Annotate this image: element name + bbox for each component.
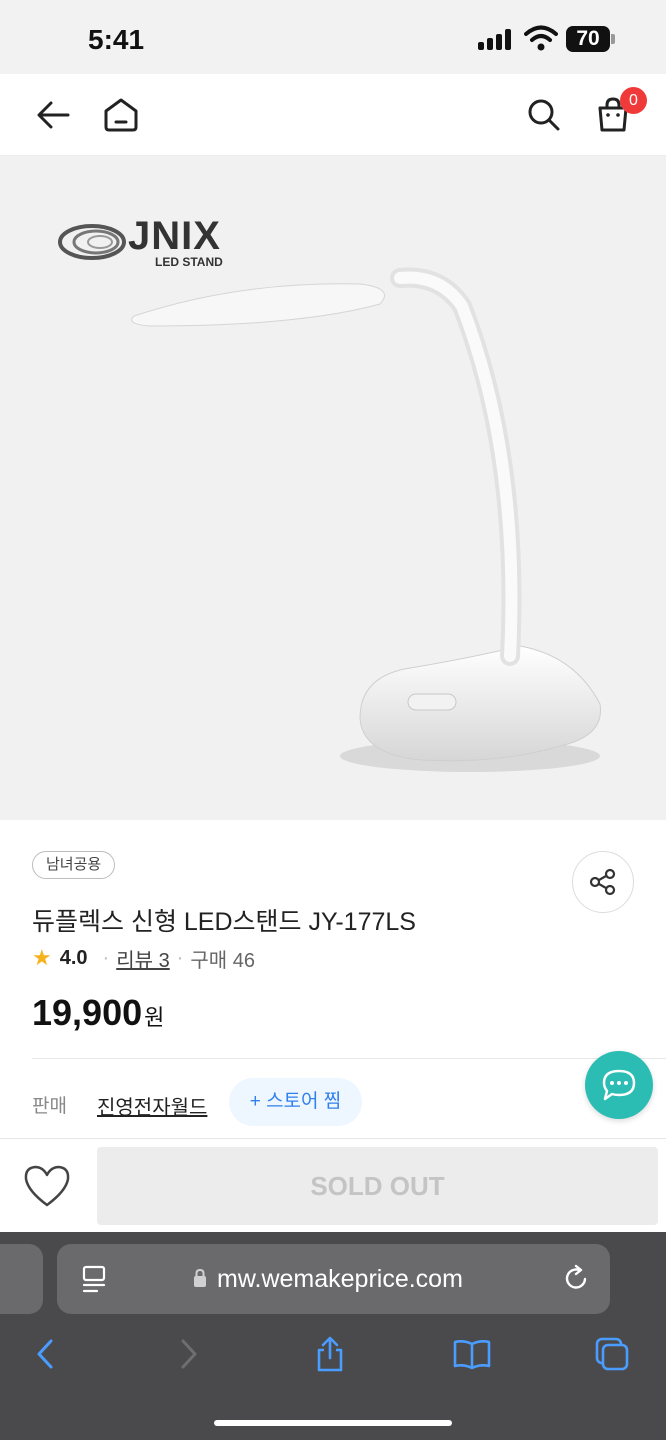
price: 19,900원 — [32, 992, 164, 1034]
divider — [32, 1058, 666, 1059]
separator-dot: · — [176, 946, 184, 969]
previous-tab-peek[interactable] — [0, 1244, 43, 1314]
status-bar: 5:41 70 — [0, 0, 666, 74]
chevron-left-icon — [37, 1339, 53, 1369]
price-value: 19,900 — [32, 992, 143, 1033]
search-button[interactable] — [521, 92, 567, 138]
chat-button[interactable] — [585, 1051, 653, 1119]
share-button[interactable] — [572, 851, 634, 913]
browser-bookmarks-button[interactable] — [450, 1332, 494, 1376]
url-text: mw.wemakeprice.com — [217, 1265, 463, 1293]
chat-bubble-icon — [602, 1069, 636, 1101]
page-menu-icon[interactable] — [81, 1264, 109, 1294]
product-info: 남녀공용 듀플렉스 신형 LED스탠드 JY-177LS ★ 4.0 · 리뷰 … — [0, 820, 666, 1138]
sold-out-button[interactable]: SOLD OUT — [97, 1147, 658, 1225]
product-image[interactable]: JNIX LED STAND — [0, 156, 666, 820]
share-icon — [589, 868, 616, 896]
signal-icon — [478, 28, 516, 50]
browser-forward-button[interactable] — [167, 1332, 211, 1376]
seller-label: 판매 — [32, 1096, 67, 1117]
heart-icon[interactable] — [22, 1163, 72, 1209]
battery-icon: 70 — [566, 26, 610, 52]
star-icon: ★ — [32, 945, 52, 970]
home-indicator — [214, 1420, 452, 1426]
rating-value: 4.0 — [59, 946, 88, 969]
purchase-count: 구매 46 — [190, 949, 255, 972]
action-bar: SOLD OUT — [0, 1138, 666, 1232]
status-time: 5:41 — [88, 24, 145, 55]
arrow-left-icon — [37, 101, 70, 129]
home-icon — [104, 98, 138, 132]
gender-tag: 남녀공용 — [32, 851, 116, 879]
separator-dot: · — [102, 946, 110, 969]
seller-name-link[interactable]: 진영전자월드 — [97, 1091, 207, 1120]
browser-tabs-button[interactable] — [590, 1332, 634, 1376]
share-box-icon — [317, 1336, 343, 1372]
browser-back-button[interactable] — [23, 1332, 67, 1376]
rating-row: ★ 4.0 · 리뷰 3 · 구매 46 — [32, 944, 255, 972]
battery-cap — [611, 34, 615, 44]
reload-icon[interactable] — [562, 1263, 590, 1293]
app-header — [0, 74, 666, 156]
browser-share-button[interactable] — [308, 1332, 352, 1376]
back-button[interactable] — [30, 92, 76, 138]
review-link[interactable]: 리뷰 3 — [116, 944, 169, 973]
search-icon — [528, 99, 560, 131]
chevron-right-icon — [181, 1339, 197, 1369]
tabs-icon — [595, 1337, 629, 1371]
address-bar[interactable]: mw.wemakeprice.com — [57, 1244, 610, 1314]
browser-toolbar: mw.wemakeprice.com — [0, 1232, 666, 1440]
lock-icon — [194, 1268, 206, 1287]
store-favorite-button[interactable]: + 스토어 찜 — [229, 1078, 362, 1126]
book-icon — [453, 1340, 491, 1370]
home-button[interactable] — [98, 92, 144, 138]
price-unit: 원 — [144, 1005, 165, 1030]
lamp-illustration — [131, 267, 601, 772]
cart-badge: 0 — [620, 87, 647, 114]
wifi-icon — [524, 25, 558, 51]
product-title: 듀플렉스 신형 LED스탠드 JY-177LS — [32, 908, 416, 936]
